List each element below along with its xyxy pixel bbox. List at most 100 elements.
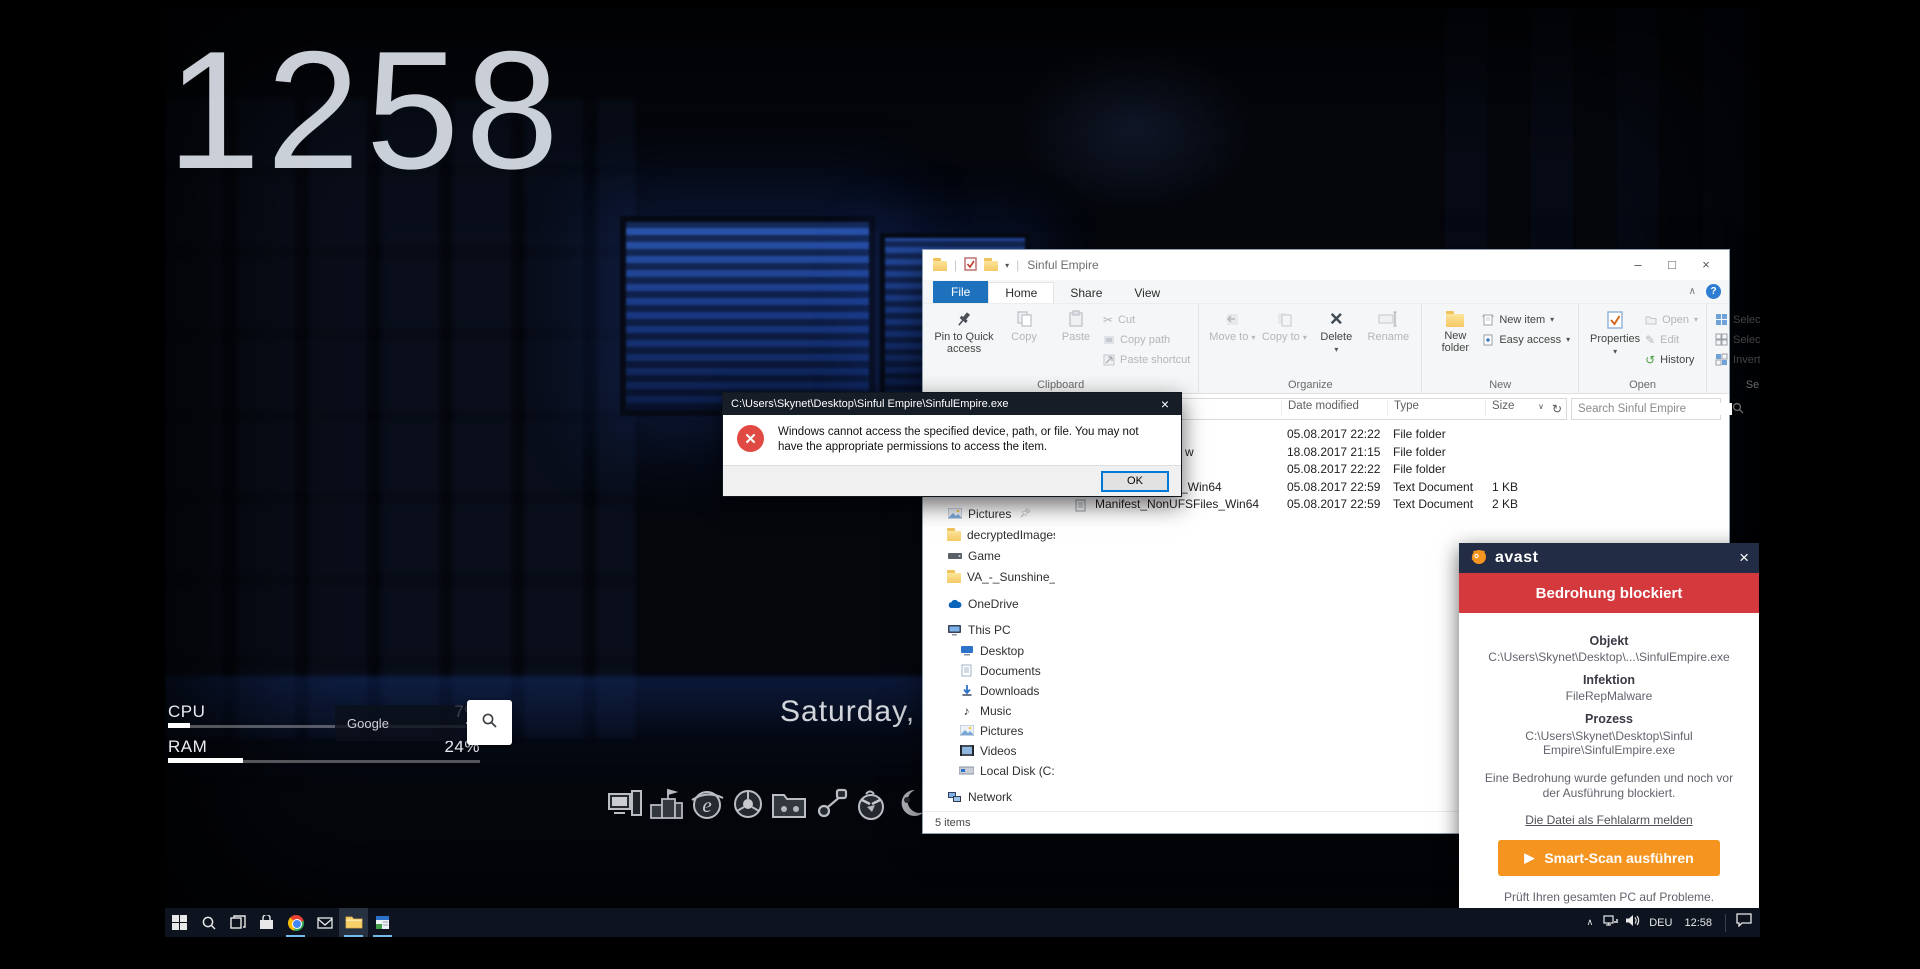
- item-count: 5 items: [935, 817, 970, 829]
- castle-icon[interactable]: [646, 782, 686, 826]
- help-icon[interactable]: ?: [1706, 284, 1721, 299]
- folder-icon[interactable]: [984, 261, 998, 271]
- smart-scan-button[interactable]: ▶ Smart-Scan ausführen: [1498, 840, 1720, 876]
- tab-share[interactable]: Share: [1054, 283, 1118, 303]
- copy-to-button[interactable]: Copy to ▾: [1259, 308, 1309, 344]
- copy-button[interactable]: Copy: [999, 308, 1049, 343]
- column-header-size[interactable]: Size: [1485, 400, 1555, 416]
- pin-to-quick-access-button[interactable]: Pin to Quick access: [931, 308, 997, 355]
- new-item-button[interactable]: New item ▾: [1482, 311, 1570, 328]
- easy-access-icon: [1482, 334, 1494, 346]
- tab-home[interactable]: Home: [988, 282, 1054, 303]
- properties-check-icon[interactable]: [964, 257, 977, 274]
- sidebar-item-game[interactable]: Game: [923, 546, 1055, 565]
- games-folder-icon[interactable]: [769, 782, 809, 826]
- edit-button[interactable]: ✎ Edit: [1645, 331, 1698, 348]
- sidebar-item-local-disk-c[interactable]: Local Disk (C:): [923, 761, 1055, 780]
- paste-button[interactable]: Paste: [1051, 308, 1101, 343]
- mail-icon[interactable]: [310, 908, 339, 937]
- sidebar-item-pictures[interactable]: Pictures: [923, 721, 1055, 740]
- magnifier-icon: [481, 712, 498, 734]
- sidebar-item-pictures-pinned[interactable]: Pictures 📌︎: [923, 504, 1055, 523]
- delete-button[interactable]: × Delete▾: [1311, 308, 1361, 356]
- pin-icon: 📌︎: [1019, 508, 1030, 519]
- ribbon-group-organize: Move to ▾ Copy to ▾ × Delete▾ Rename: [1199, 304, 1422, 393]
- minimize-button[interactable]: –: [1621, 250, 1655, 280]
- close-icon[interactable]: ×: [1739, 548, 1749, 568]
- sidebar-item-this-pc[interactable]: This PC: [923, 620, 1055, 639]
- sidebar-item-downloads[interactable]: Downloads: [923, 681, 1055, 700]
- select-all-button[interactable]: Select all: [1715, 311, 1760, 328]
- pin-icon: [955, 310, 973, 328]
- process-value: C:\Users\Skynet\Desktop\Sinful Empire\Si…: [1487, 729, 1731, 757]
- sidebar-item-music[interactable]: ♪ Music: [923, 701, 1055, 720]
- column-header-date-modified[interactable]: Date modified: [1281, 400, 1387, 416]
- network-icon[interactable]: [1603, 914, 1619, 932]
- angry-bird-icon[interactable]: [851, 782, 891, 826]
- cut-button[interactable]: ✂ Cut: [1103, 311, 1190, 328]
- file-row[interactable]: Manifest_NonUFSFiles_Win64 05.08.2017 22…: [1055, 497, 1729, 514]
- magnifier-icon: [1732, 402, 1749, 417]
- sidebar-item-documents[interactable]: Documents: [923, 661, 1055, 680]
- my-computer-icon[interactable]: [605, 782, 645, 826]
- ribbon-tabs: File Home Share View ∧ ?: [923, 280, 1729, 304]
- dropdown-caret-icon: ▾: [1566, 335, 1570, 344]
- sidebar-item-onedrive[interactable]: OneDrive: [923, 594, 1055, 613]
- new-folder-button[interactable]: New folder: [1430, 308, 1480, 354]
- paste-shortcut-button[interactable]: Paste shortcut: [1103, 351, 1190, 368]
- maximize-button[interactable]: □: [1655, 250, 1689, 280]
- rename-button[interactable]: Rename: [1363, 308, 1413, 343]
- google-search-input[interactable]: [335, 716, 445, 731]
- start-button[interactable]: [165, 908, 194, 937]
- hidden-icons-chevron-icon[interactable]: ∧: [1583, 917, 1598, 928]
- column-header-type[interactable]: Type: [1387, 400, 1485, 416]
- chrome-icon[interactable]: [281, 908, 310, 937]
- onedrive-cloud-icon: [947, 599, 962, 609]
- invert-selection-icon: [1715, 353, 1728, 366]
- copy-path-button[interactable]: Copy path: [1103, 331, 1190, 348]
- folder-icon[interactable]: [933, 261, 947, 271]
- action-center-icon[interactable]: [1736, 913, 1752, 932]
- office-app-icon[interactable]: [368, 908, 397, 937]
- tab-view[interactable]: View: [1118, 283, 1176, 303]
- date-widget: Saturday,: [780, 695, 915, 729]
- system-tray: ∧ DEU 12:58: [1583, 913, 1760, 932]
- volume-icon[interactable]: [1625, 914, 1640, 932]
- tab-file[interactable]: File: [933, 281, 988, 303]
- history-button[interactable]: ↺ History: [1645, 351, 1698, 368]
- easy-access-button[interactable]: Easy access ▾: [1482, 331, 1570, 348]
- close-icon[interactable]: ×: [1157, 396, 1173, 412]
- taskbar: ∧ DEU 12:58: [165, 908, 1760, 937]
- dialog-body: ✕ Windows cannot access the specified de…: [723, 415, 1181, 461]
- search-submit-button[interactable]: [467, 700, 512, 745]
- collapse-ribbon-icon[interactable]: ∧: [1689, 286, 1696, 297]
- select-none-button[interactable]: Select none: [1715, 331, 1760, 348]
- internet-explorer-icon[interactable]: e: [687, 782, 727, 826]
- customize-toolbar-caret-icon[interactable]: ▾: [1005, 261, 1009, 270]
- sidebar-item-videos[interactable]: Videos: [923, 741, 1055, 760]
- task-view-button[interactable]: [223, 908, 252, 937]
- microsoft-store-icon[interactable]: [252, 908, 281, 937]
- group-label: New: [1422, 379, 1578, 391]
- report-false-positive-link[interactable]: Die Datei als Fehlalarm melden: [1525, 814, 1692, 827]
- sidebar-item-decryptedimages[interactable]: decryptedImages: [923, 525, 1055, 544]
- open-button[interactable]: Open ▾: [1645, 311, 1698, 328]
- invert-selection-button[interactable]: Invert selection: [1715, 351, 1760, 368]
- properties-button[interactable]: Properties▾: [1587, 308, 1643, 358]
- file-explorer-taskbar-icon[interactable]: [339, 908, 368, 937]
- language-indicator[interactable]: DEU: [1646, 917, 1675, 929]
- taskbar-search-button[interactable]: [194, 908, 223, 937]
- move-to-button[interactable]: Move to ▾: [1207, 308, 1257, 344]
- close-button[interactable]: ×: [1689, 250, 1723, 280]
- sidebar-item-va-sunshine-live[interactable]: VA_-_Sunshine_Live: [923, 567, 1055, 586]
- steam-icon[interactable]: [810, 782, 850, 826]
- sidebar-item-network[interactable]: Network: [923, 787, 1055, 806]
- taskbar-clock[interactable]: 12:58: [1681, 917, 1715, 929]
- dropdown-caret-icon: ▾: [1303, 333, 1307, 342]
- google-search-widget[interactable]: [335, 705, 511, 741]
- cpu-label: CPU: [168, 702, 205, 722]
- ok-button[interactable]: OK: [1101, 471, 1169, 492]
- dropdown-caret-icon: ▾: [1694, 315, 1698, 324]
- chrome-sketch-icon[interactable]: [728, 782, 768, 826]
- sidebar-item-desktop[interactable]: Desktop: [923, 641, 1055, 660]
